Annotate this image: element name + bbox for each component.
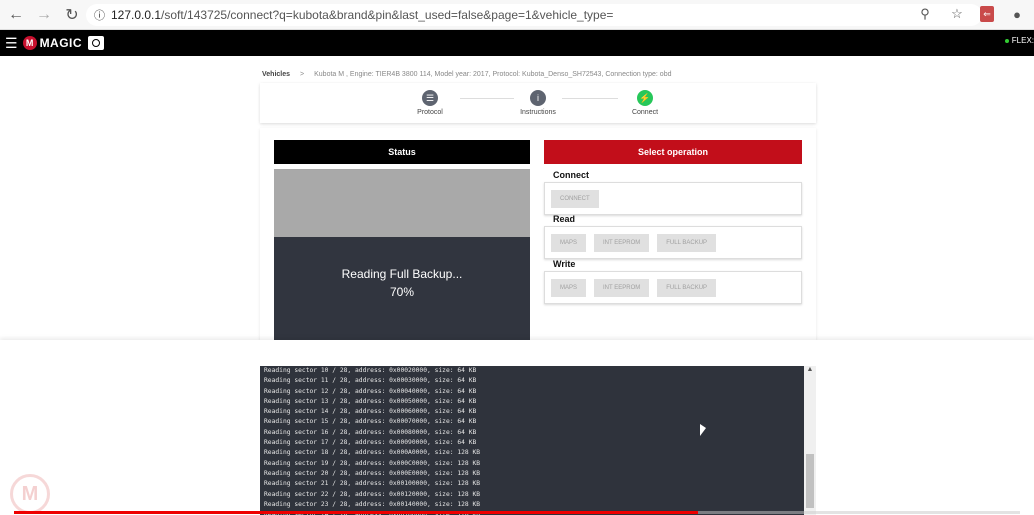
step-connector (562, 98, 618, 99)
log-line: Reading sector 22 / 28, address: 0x00120… (264, 490, 481, 498)
list-icon: ☰ (422, 90, 438, 106)
write-buttons: MAPS INT EEPROM FULL BACKUP (544, 271, 802, 304)
connect-section-title: Connect (553, 170, 589, 180)
logo-mark-icon: M (22, 36, 37, 50)
logo[interactable]: M MAGIC (22, 36, 83, 50)
connect-button[interactable]: CONNECT (551, 189, 599, 208)
write-section: Write MAPS INT EEPROM FULL BACKUP (544, 259, 802, 304)
log-line: Reading sector 14 / 28, address: 0x00060… (264, 408, 477, 416)
status-progress-area (274, 169, 530, 237)
log-scrollbar[interactable]: ▲ (804, 366, 816, 515)
read-section: Read MAPS INT EEPROM FULL BACKUP (544, 214, 802, 259)
browser-toolbar: ← → ↻ ⓘ 127.0.0.1/soft/143725/connect?q=… (0, 0, 1034, 30)
scroll-thumb[interactable] (806, 454, 814, 508)
mouse-cursor-icon (700, 424, 706, 436)
back-icon[interactable]: ← (4, 3, 28, 27)
url-host: 127.0.0.1 (111, 8, 162, 22)
profile-icon[interactable]: ● (1008, 5, 1026, 23)
status-message: Reading Full Backup... (341, 267, 463, 281)
breadcrumb: Vehicles > Kubota M , Engine: TIER4B 380… (262, 71, 672, 78)
log-line: Reading sector 15 / 28, address: 0x00070… (264, 418, 477, 426)
zoom-icon[interactable]: ⚲ (916, 5, 934, 23)
read-maps-button[interactable]: MAPS (551, 233, 587, 252)
write-int-eeprom-button[interactable]: INT EEPROM (594, 278, 650, 297)
step-label: Protocol (417, 109, 443, 116)
bookmark-star-icon[interactable]: ☆ (948, 5, 966, 23)
step-protocol[interactable]: ☰ Protocol (400, 90, 460, 116)
write-full-backup-button[interactable]: FULL BACKUP (657, 278, 717, 297)
write-section-title: Write (553, 259, 576, 269)
select-operation-header: Select operation (544, 140, 802, 164)
log-line: Reading sector 19 / 28, address: 0x000C0… (264, 459, 481, 467)
flex-status: FLEX: (1004, 36, 1034, 45)
log-line: Reading sector 21 / 28, address: 0x00100… (264, 480, 481, 488)
read-section-title: Read (553, 214, 576, 224)
log-line: Reading sector 13 / 28, address: 0x00050… (264, 397, 477, 405)
channel-watermark-icon: M (10, 474, 50, 514)
forward-icon[interactable]: → (32, 3, 56, 27)
step-label: Connect (631, 109, 659, 116)
main-panel: Status Reading Full Backup... 70% Select… (260, 128, 816, 340)
info-icon: i (530, 90, 546, 106)
read-int-eeprom-button[interactable]: INT EEPROM (594, 233, 650, 252)
app-header: ☰ M MAGIC FLEX: (0, 30, 1034, 56)
video-progress-bar[interactable] (14, 511, 1020, 514)
write-maps-button[interactable]: MAPS (551, 278, 587, 297)
camera-icon[interactable] (88, 36, 105, 50)
url-path: /soft/143725/connect?q=kubota&brand&pin&… (161, 8, 614, 22)
log-line: Reading sector 11 / 28, address: 0x00030… (264, 377, 477, 385)
scroll-up-icon[interactable]: ▲ (804, 366, 816, 376)
log-line: Reading sector 16 / 28, address: 0x00080… (264, 428, 477, 436)
log-line: Reading sector 23 / 28, address: 0x00140… (264, 500, 481, 508)
log-line: Reading sector 10 / 28, address: 0x00020… (264, 367, 477, 374)
step-connect[interactable]: ⚡ Connect (615, 90, 675, 116)
read-buttons: MAPS INT EEPROM FULL BACKUP (544, 226, 802, 259)
connect-section: Connect CONNECT (544, 170, 802, 215)
connect-buttons: CONNECT (544, 182, 802, 215)
status-header: Status (274, 140, 530, 164)
status-dot-icon (1004, 38, 1009, 43)
info-icon[interactable]: ⓘ (94, 7, 105, 23)
log-line: Reading sector 17 / 28, address: 0x00090… (264, 439, 477, 447)
stepper: ☰ Protocol i Instructions ⚡ Connect (260, 83, 816, 123)
reload-icon[interactable]: ↻ (60, 3, 84, 27)
logo-text: MAGIC (39, 36, 83, 50)
log-line: Reading sector 12 / 28, address: 0x00040… (264, 387, 477, 395)
step-instructions[interactable]: i Instructions (508, 90, 568, 116)
step-connector (460, 98, 514, 99)
status-message-area: Reading Full Backup... 70% (274, 237, 530, 340)
video-progress-fill (14, 511, 699, 514)
plug-icon: ⚡ (637, 90, 653, 106)
status-percent: 70% (389, 285, 415, 299)
log-terminal[interactable]: Reading sector 10 / 28, address: 0x00020… (260, 366, 804, 515)
log-line: Reading sector 20 / 28, address: 0x000E0… (264, 469, 481, 477)
step-label: Instructions (520, 109, 556, 116)
address-bar[interactable]: ⓘ 127.0.0.1/soft/143725/connect?q=kubota… (86, 4, 982, 26)
pdf-extension-icon[interactable]: ⇐ (980, 6, 994, 22)
breadcrumb-current: Kubota M , Engine: TIER4B 3800 114, Mode… (314, 71, 672, 78)
read-full-backup-button[interactable]: FULL BACKUP (657, 233, 717, 252)
breadcrumb-separator: > (300, 71, 305, 78)
breadcrumb-vehicles[interactable]: Vehicles (262, 71, 290, 78)
menu-icon[interactable]: ☰ (5, 35, 18, 52)
log-line: Reading sector 18 / 28, address: 0x000A0… (264, 449, 481, 457)
flex-status-label: FLEX: (1011, 36, 1034, 45)
